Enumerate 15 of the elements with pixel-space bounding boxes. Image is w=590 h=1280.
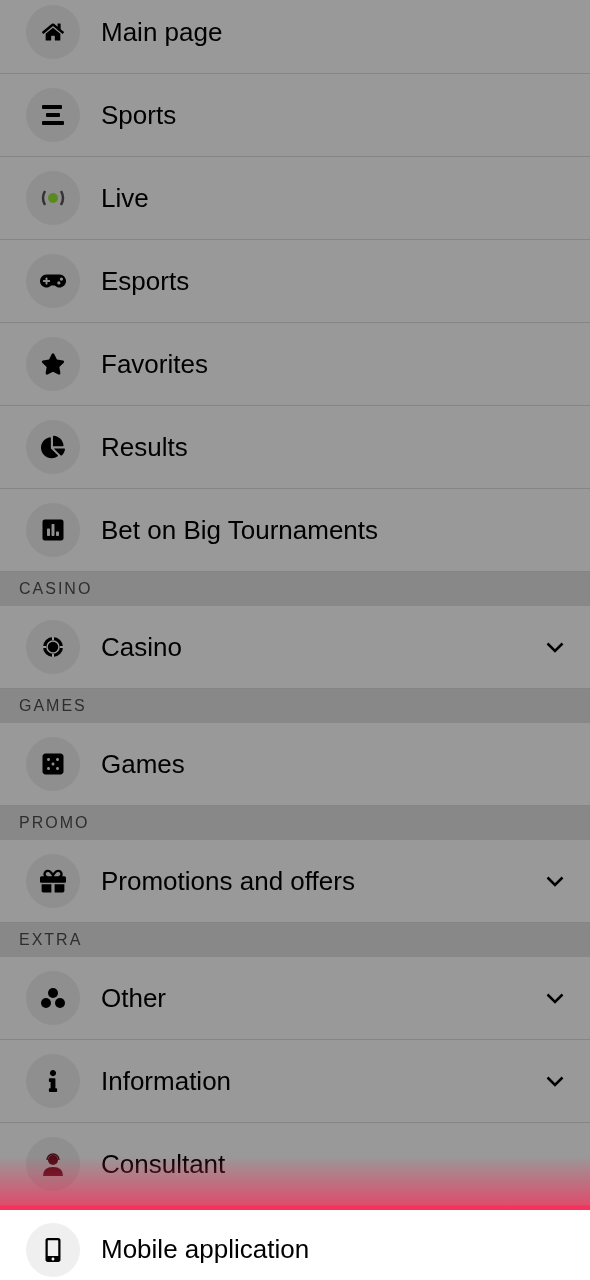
home-icon (42, 21, 64, 43)
person-headset-icon (42, 1152, 64, 1176)
poker-chip-icon (42, 636, 64, 658)
section-header: GAMES (0, 689, 590, 723)
star-icon (41, 352, 65, 376)
gift-icon (40, 868, 66, 894)
three-dots-icon (40, 987, 66, 1009)
pie-chart-icon (41, 435, 65, 459)
section-header: CASINO (0, 572, 590, 606)
dice-icon (41, 752, 65, 776)
section-header: EXTRA (0, 923, 590, 957)
live-dot-icon (40, 189, 66, 207)
bar-chart-icon (41, 518, 65, 542)
bars-icon (41, 104, 65, 126)
section-header: PROMO (0, 806, 590, 840)
